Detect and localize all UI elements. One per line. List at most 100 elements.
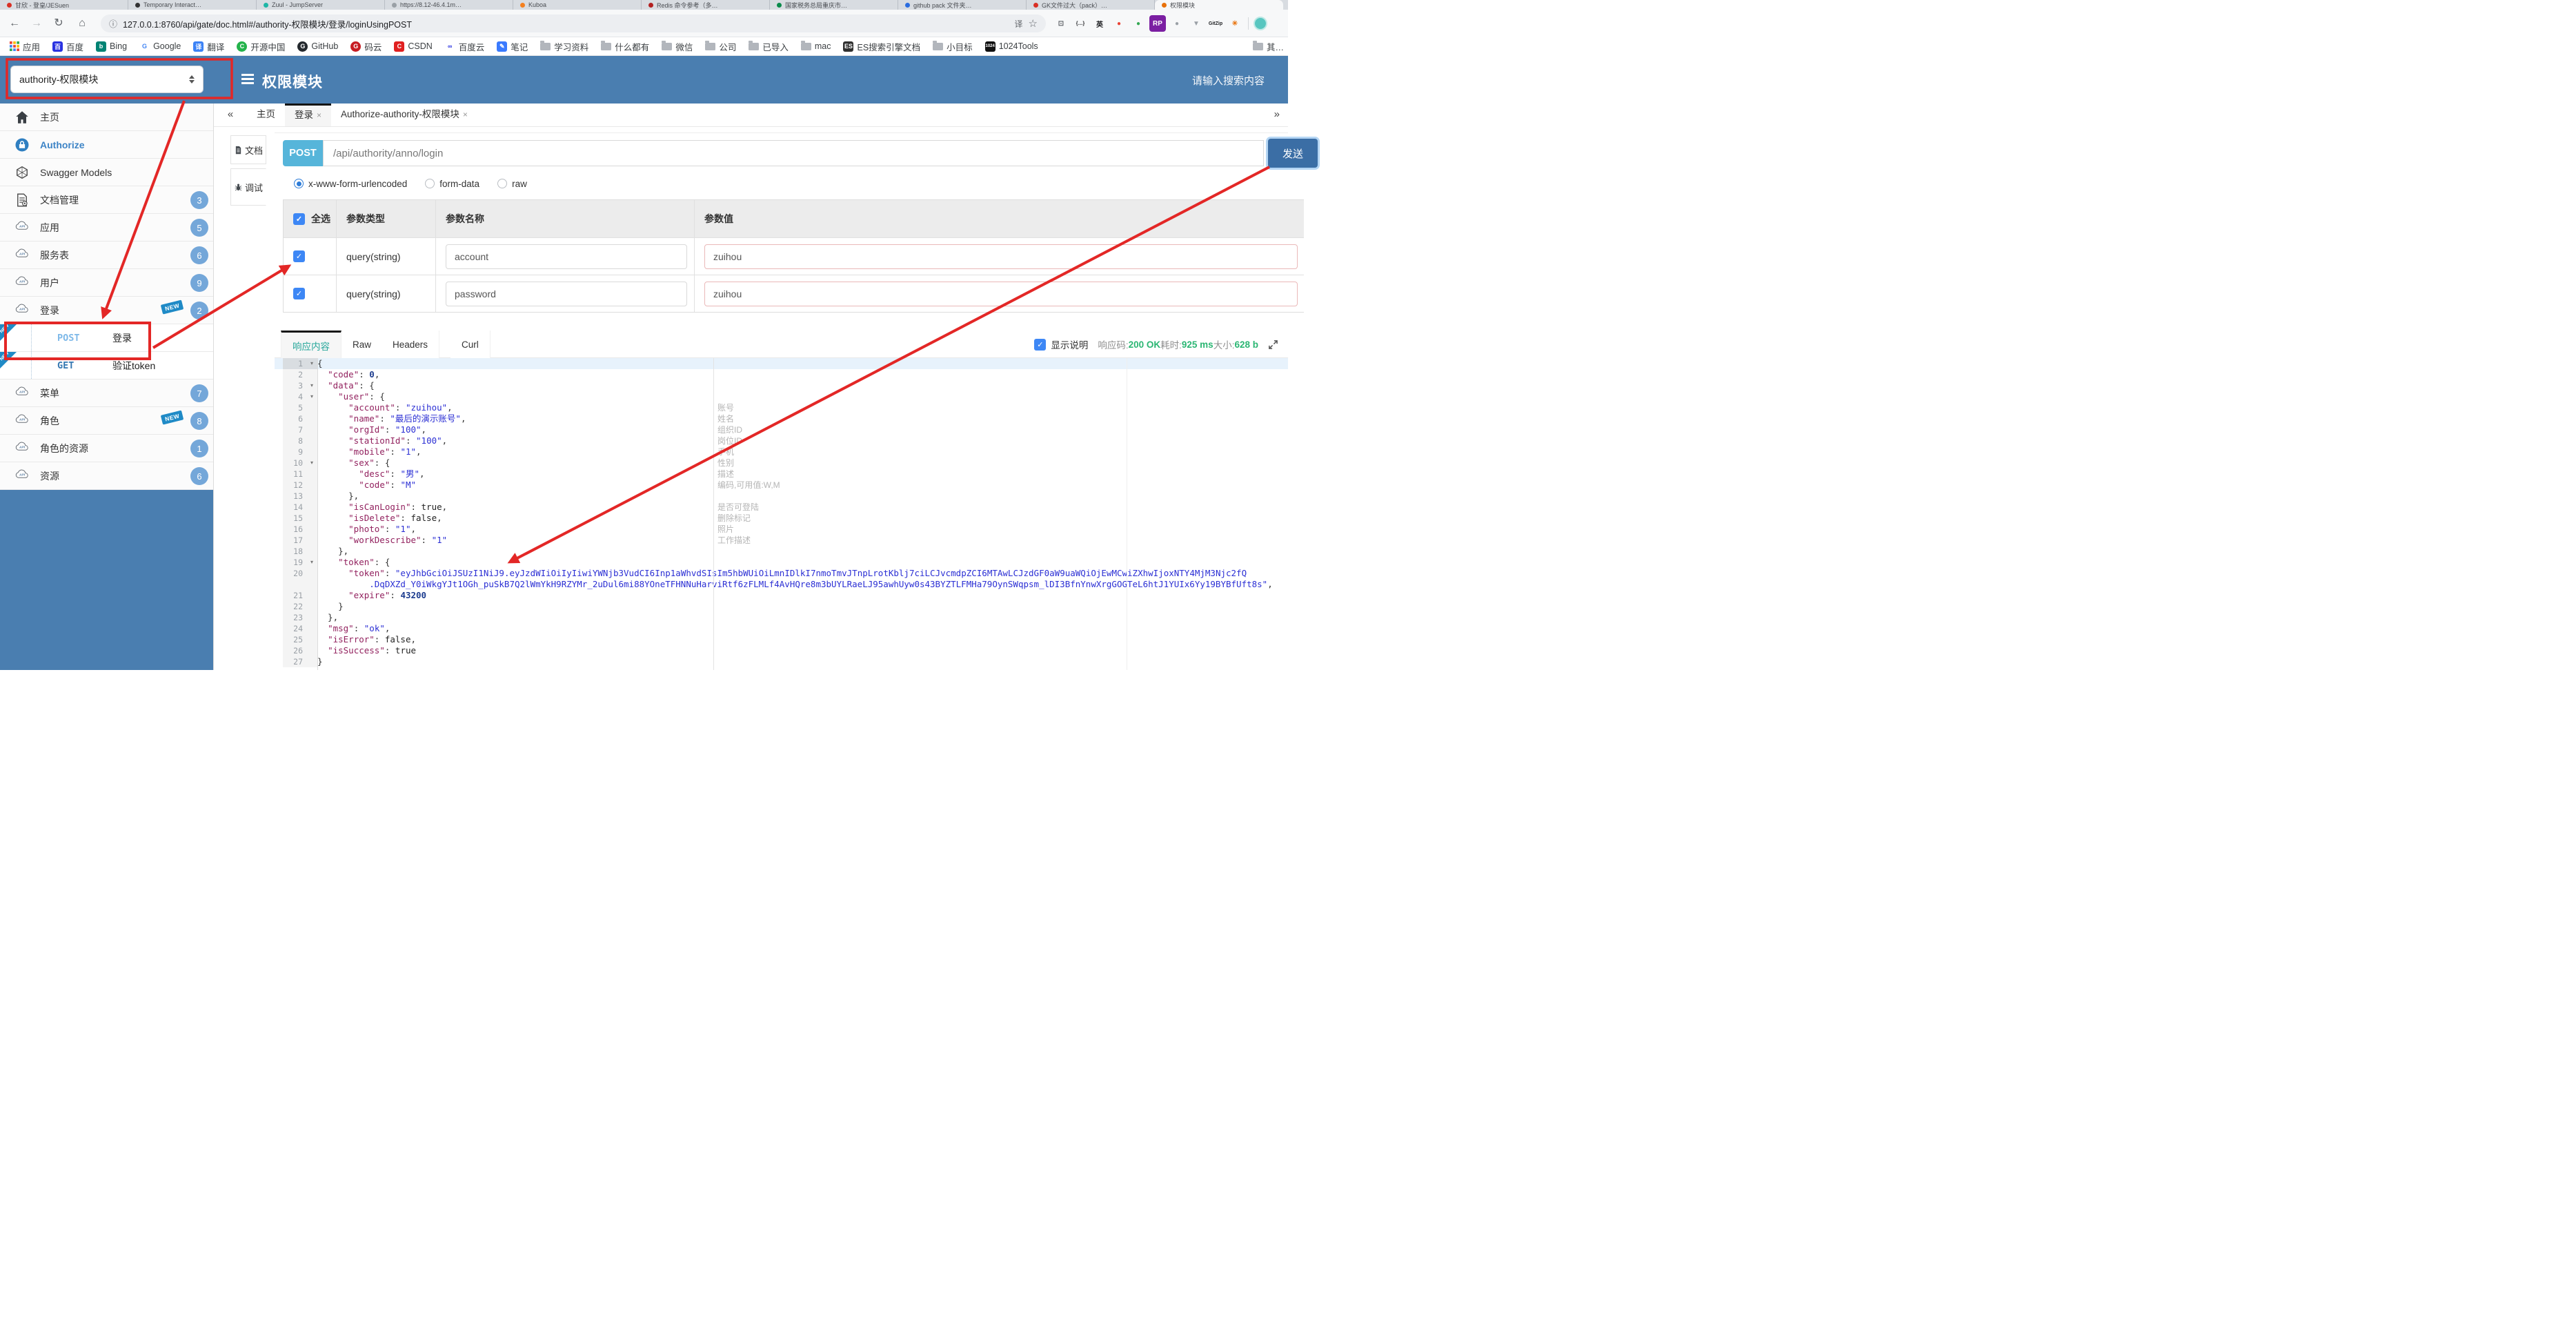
close-tab-icon[interactable]: ×	[317, 110, 321, 120]
star-icon[interactable]: ☆	[1029, 17, 1038, 30]
doc-tab-文档[interactable]: 文档	[230, 135, 266, 164]
back-icon[interactable]: ←	[6, 14, 23, 32]
bookmark-item[interactable]: b Bing	[96, 41, 127, 52]
header-search-input[interactable]: 请输入搜索内容	[1192, 73, 1265, 88]
bookmark-item[interactable]: 公司	[705, 40, 736, 53]
workspace-tab[interactable]: Authorize-authority-权限模块 ×	[331, 104, 477, 126]
sidebar-item-用户[interactable]: API 用户 9	[0, 269, 213, 297]
extension-icon[interactable]: RP	[1149, 15, 1166, 32]
extension-icon[interactable]: ●	[1169, 15, 1185, 32]
page-info-icon[interactable]: ⓘ	[109, 18, 117, 30]
extension-icon[interactable]: GitZip	[1207, 15, 1224, 32]
fold-caret-icon[interactable]: ▾	[306, 358, 317, 369]
sidebar-item-应用[interactable]: API 应用 5	[0, 214, 213, 242]
reload-icon[interactable]: ↻	[50, 14, 68, 32]
browser-tab[interactable]: Kuboa	[513, 0, 642, 10]
extension-icon[interactable]: 英	[1091, 15, 1108, 32]
show-description-toggle[interactable]: ✓ 显示说明	[1034, 337, 1088, 351]
response-tab-Curl[interactable]: Curl	[450, 331, 491, 358]
bookmark-item[interactable]: 译翻译	[193, 40, 224, 53]
collapse-tabs-button[interactable]: «	[214, 104, 247, 126]
address-bar[interactable]: ⓘ 127.0.0.1:8760/api/gate/doc.html#/auth…	[101, 14, 1046, 32]
workspace-tab[interactable]: 登录 ×	[285, 104, 332, 126]
fold-caret-icon[interactable]: ▾	[306, 380, 317, 391]
module-select[interactable]: authority-权限模块	[10, 66, 204, 93]
content-type-option[interactable]: raw	[497, 179, 527, 189]
sidebar-item-服务表[interactable]: API 服务表 6	[0, 242, 213, 269]
sidebar-endpoint-post[interactable]: NEW POST 登录	[0, 324, 213, 352]
browser-tab[interactable]: GK文件过大（pack）…	[1027, 0, 1155, 10]
extension-icon[interactable]: {…}	[1072, 15, 1089, 32]
content-type-option[interactable]: form-data	[425, 179, 479, 189]
more-tabs-button[interactable]: »	[1274, 104, 1280, 126]
hamburger-icon[interactable]	[241, 74, 254, 76]
browser-tab[interactable]: Redis 命令参考（多…	[642, 0, 770, 10]
bookmark-item[interactable]: 应用	[10, 40, 40, 53]
bookmarks-overflow[interactable]: 其…	[1245, 39, 1284, 53]
close-tab-icon[interactable]: ×	[463, 110, 468, 119]
sidebar-item-文档管理[interactable]: 文档管理 3	[0, 186, 213, 214]
param-value-input[interactable]	[704, 244, 1298, 269]
bookmark-item[interactable]: 已导入	[749, 40, 789, 53]
param-value-input[interactable]	[704, 281, 1298, 306]
bookmark-item[interactable]: 微信	[662, 40, 693, 53]
extension-icon[interactable]: ●	[1130, 15, 1147, 32]
request-url-input[interactable]	[323, 140, 1264, 166]
param-name-input[interactable]	[446, 244, 687, 269]
bookmark-item[interactable]: 什么都有	[601, 40, 649, 53]
browser-tab[interactable]: 甘欣 - 登皇/JESuen	[0, 0, 128, 10]
response-tab-响应内容[interactable]: 响应内容	[281, 331, 341, 358]
extension-icon[interactable]: ●	[1111, 15, 1127, 32]
fold-caret-icon[interactable]: ▾	[306, 457, 317, 469]
bookmark-item[interactable]: ES ES搜索引擎文档	[843, 40, 920, 53]
browser-tab[interactable]: https://8.12-46.4.1m…	[385, 0, 513, 10]
bookmark-item[interactable]: mac	[800, 40, 831, 51]
bookmark-item[interactable]: G GitHub	[297, 41, 338, 52]
browser-tab[interactable]: 国家税务总局重庆市…	[770, 0, 898, 10]
sidebar-item-主页[interactable]: 主页	[0, 104, 213, 131]
browser-tab[interactable]: github pack 文件夹…	[898, 0, 1027, 10]
home-icon[interactable]: ⌂	[73, 14, 91, 32]
workspace-tab[interactable]: 主页	[247, 104, 285, 126]
sidebar-item-登录[interactable]: API 登录 NEW 2	[0, 297, 213, 324]
response-tab-Raw[interactable]: Raw	[341, 331, 384, 358]
select-all-checkbox[interactable]: ✓	[293, 213, 305, 225]
send-button[interactable]: 发送	[1268, 139, 1318, 168]
bookmark-item[interactable]: 小目标	[933, 40, 973, 53]
response-body-editor[interactable]: 1 ▾{2 "code": 0, 3 ▾ "data": {4 ▾ "user": {5…	[275, 358, 1288, 670]
extension-icon[interactable]: ⊡	[1053, 15, 1069, 32]
bookmark-item[interactable]: 学习资料	[540, 40, 588, 53]
sidebar-item-Swagger Models[interactable]: Swagger Models	[0, 159, 213, 186]
sidebar-item-资源[interactable]: API 资源 6	[0, 462, 213, 490]
browser-tab[interactable]: 权限模块	[1155, 0, 1283, 10]
param-name-input[interactable]	[446, 281, 687, 306]
bookmark-item[interactable]: C CSDN	[394, 41, 433, 52]
content-type-option[interactable]: x-www-form-urlencoded	[294, 179, 407, 189]
radio-icon[interactable]	[497, 179, 508, 188]
expand-icon[interactable]	[1268, 339, 1278, 350]
bookmark-item[interactable]: ✎ 笔记	[497, 40, 528, 53]
bookmark-item[interactable]: 1024 1024Tools	[984, 41, 1038, 52]
show-description-checkbox[interactable]: ✓	[1034, 338, 1047, 351]
sidebar-item-菜单[interactable]: API 菜单 7	[0, 380, 213, 407]
browser-tab[interactable]: Zuul - JumpServer	[257, 0, 385, 10]
radio-icon[interactable]	[425, 179, 435, 188]
extension-icon[interactable]: ✳	[1227, 15, 1243, 32]
row-checkbox[interactable]: ✓	[293, 250, 305, 262]
bookmark-item[interactable]: G Google	[139, 41, 181, 52]
fold-caret-icon[interactable]: ▾	[306, 557, 317, 568]
url-text[interactable]: 127.0.0.1:8760/api/gate/doc.html#/author…	[123, 17, 1009, 30]
sidebar-item-角色的资源[interactable]: API 角色的资源 1	[0, 435, 213, 462]
forward-icon[interactable]: →	[28, 14, 46, 32]
extension-icon[interactable]: ▼	[1188, 15, 1205, 32]
bookmark-item[interactable]: 百百度	[52, 40, 83, 53]
browser-tab[interactable]: Temporary Interact…	[128, 0, 257, 10]
profile-avatar[interactable]	[1254, 17, 1267, 30]
sidebar-item-Authorize[interactable]: Authorize	[0, 131, 213, 159]
bookmark-item[interactable]: G 码云	[350, 40, 382, 53]
sidebar-endpoint-get[interactable]: NEW GET 验证token	[0, 351, 213, 380]
radio-icon[interactable]	[294, 179, 304, 188]
bookmark-item[interactable]: ∞ 百度云	[444, 40, 484, 53]
doc-tab-调试[interactable]: 调试	[230, 168, 266, 206]
sidebar-item-角色[interactable]: API 角色 NEW 8	[0, 407, 213, 435]
